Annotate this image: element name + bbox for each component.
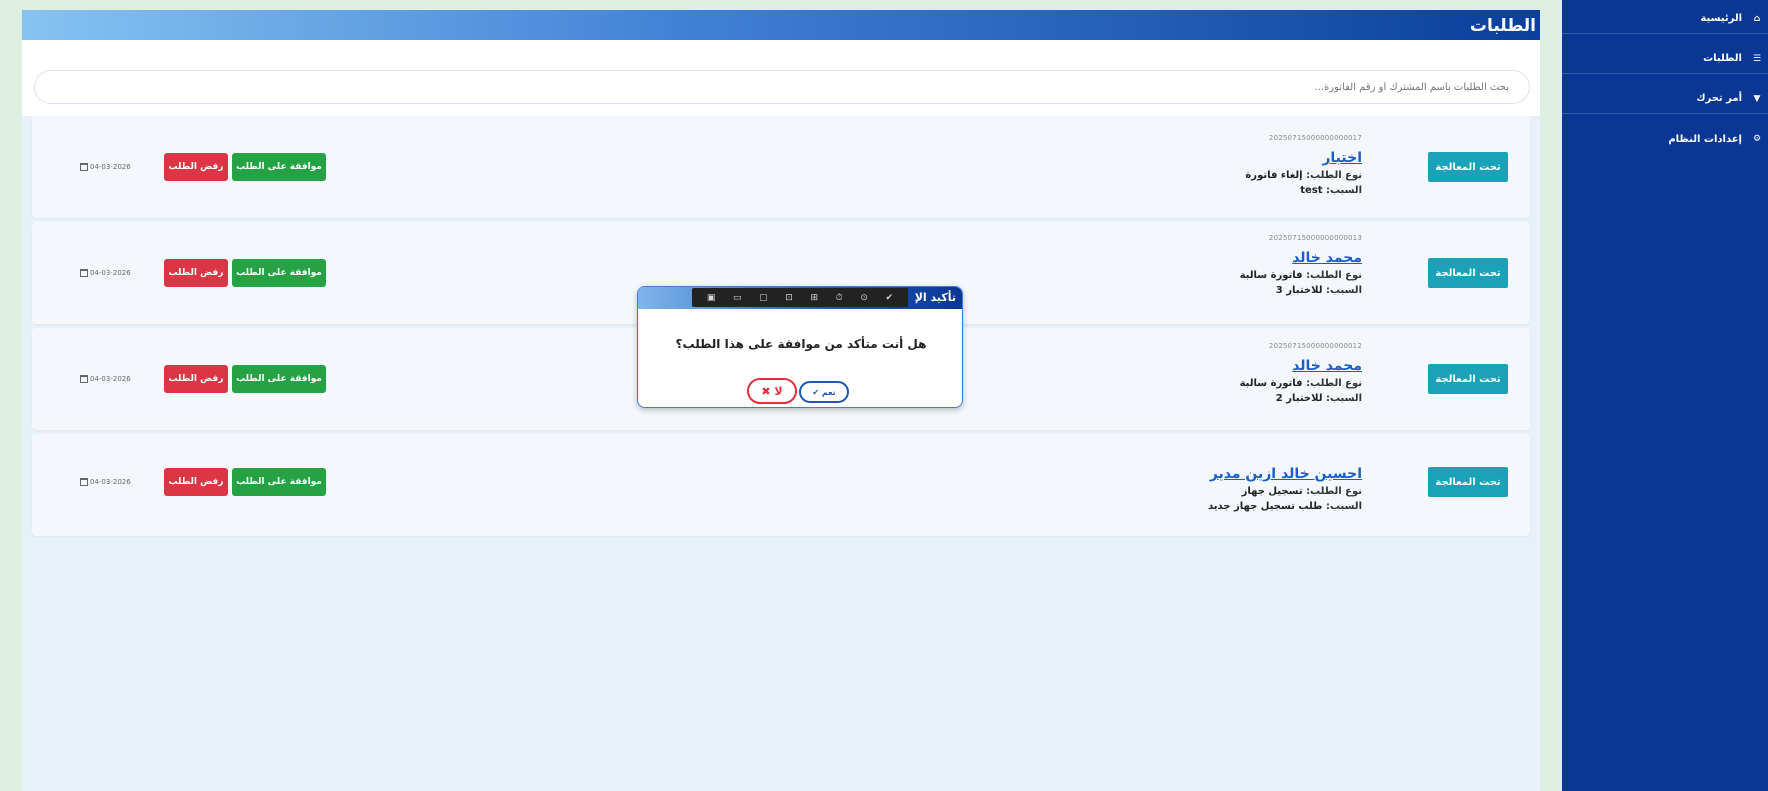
truck-icon: ▼ xyxy=(1753,93,1761,104)
customer-name-link[interactable]: اختبار xyxy=(1245,150,1362,166)
confirm-button[interactable]: ✔ نعم xyxy=(799,381,849,403)
date-value: 04-03-2026 xyxy=(90,163,131,171)
cancel-button[interactable]: ✖ لا xyxy=(747,378,797,404)
calendar-icon xyxy=(80,375,88,383)
request-type: نوع الطلب: فاتورة سالبة xyxy=(1240,378,1362,389)
request-info: 20250715000000000013 محمد خالد نوع الطلب… xyxy=(1240,234,1362,296)
sidebar-item-move-order[interactable]: ▼ أمر تحرك xyxy=(1562,84,1768,114)
request-card: تحت المعالجة احسين خالد ازين مدير نوع ال… xyxy=(32,434,1530,536)
type-value: إلغاء فاتورة xyxy=(1245,170,1303,181)
status-button[interactable]: تحت المعالجة xyxy=(1428,258,1508,288)
customer-name-link[interactable]: محمد خالد xyxy=(1240,250,1362,266)
sidebar-item-label: الرئيسية xyxy=(1700,13,1742,24)
reject-button[interactable]: رفض الطلب xyxy=(164,468,228,496)
request-date: 04-03-2026 xyxy=(80,163,131,171)
modal-message: هل أنت متأكد من موافقة على هذا الطلب؟ xyxy=(675,337,927,351)
status-button[interactable]: تحت المعالجة xyxy=(1428,467,1508,497)
type-label: نوع الطلب: xyxy=(1306,170,1362,181)
reason-value: طلب تسجيل جهاز جديد xyxy=(1207,501,1323,512)
sidebar-item-home[interactable]: ⌂ الرئيسية xyxy=(1562,4,1768,34)
customer-name-link[interactable]: احسين خالد ازين مدير xyxy=(1208,466,1362,482)
list-icon: ☰ xyxy=(1752,53,1762,64)
calendar-icon xyxy=(80,163,88,171)
approve-button[interactable]: موافقة على الطلب xyxy=(232,365,326,393)
modal-header: ▣ ▭ ▢ ⊡ ⊞ ⏱ ⊙ ✔ تأكيد الإ xyxy=(638,287,962,309)
grid-icon[interactable]: ⊞ xyxy=(810,293,818,303)
request-reason: السبب: للاختبار 2 xyxy=(1240,393,1362,404)
request-type: نوع الطلب: فاتورة سالبة xyxy=(1240,270,1362,281)
status-button[interactable]: تحت المعالجة xyxy=(1428,364,1508,394)
reason-label: السبب: xyxy=(1325,393,1362,404)
date-value: 04-03-2026 xyxy=(90,478,131,486)
type-label: نوع الطلب: xyxy=(1306,270,1362,281)
request-reason: السبب: test xyxy=(1245,185,1362,196)
gear-icon: ⚙ xyxy=(1752,134,1762,144)
reason-label: السبب: xyxy=(1325,501,1362,512)
requests-list: تحت المعالجة 20250715000000000017 اختبار… xyxy=(22,116,1540,791)
page-title: الطلبات xyxy=(1469,16,1536,36)
confirm-modal: ▣ ▭ ▢ ⊡ ⊞ ⏱ ⊙ ✔ تأكيد الإ هل أنت متأكد م… xyxy=(637,286,963,408)
reject-button[interactable]: رفض الطلب xyxy=(164,259,228,287)
type-value: تسجيل جهاز xyxy=(1241,486,1303,497)
window-icon[interactable]: ▭ xyxy=(733,293,742,303)
request-ref: 20250715000000000017 xyxy=(1268,134,1362,142)
sidebar-item-requests[interactable]: ☰ الطلبات xyxy=(1562,44,1768,74)
customer-name-link[interactable]: محمد خالد xyxy=(1240,358,1362,374)
frame-icon[interactable]: ⊡ xyxy=(785,293,793,303)
request-reason: السبب: للاختبار 3 xyxy=(1240,285,1362,296)
sidebar-item-label: إعدادات النظام xyxy=(1668,133,1742,145)
type-label: نوع الطلب: xyxy=(1306,486,1362,497)
request-date: 04-03-2026 xyxy=(80,375,131,383)
request-date: 04-03-2026 xyxy=(80,269,131,277)
request-type: نوع الطلب: تسجيل جهاز xyxy=(1208,486,1362,497)
request-info: 20250715000000000012 محمد خالد نوع الطلب… xyxy=(1240,342,1362,404)
reason-label: السبب: xyxy=(1325,185,1362,196)
status-button[interactable]: تحت المعالجة xyxy=(1428,152,1508,182)
header-bar: الطلبات xyxy=(22,10,1540,40)
monitor-icon[interactable]: ▢ xyxy=(759,293,768,303)
approve-button[interactable]: موافقة على الطلب xyxy=(232,153,326,181)
search-input[interactable] xyxy=(34,70,1530,104)
reject-button[interactable]: رفض الطلب xyxy=(164,153,228,181)
calendar-icon xyxy=(80,269,88,277)
modal-title: تأكيد الإ xyxy=(914,291,956,304)
crop-icon[interactable]: ▣ xyxy=(707,293,716,303)
settings-icon[interactable]: ⊙ xyxy=(860,293,868,303)
timer-icon[interactable]: ⏱ xyxy=(836,293,843,303)
check-icon[interactable]: ✔ xyxy=(886,293,894,303)
type-value: فاتورة سالبة xyxy=(1239,270,1303,281)
sidebar-item-label: أمر تحرك xyxy=(1696,93,1742,104)
reason-value: للاختبار 3 xyxy=(1275,285,1323,296)
request-ref: 20250715000000000012 xyxy=(1268,342,1362,350)
type-label: نوع الطلب: xyxy=(1306,378,1362,389)
sidebar-item-label: الطلبات xyxy=(1703,53,1742,64)
request-ref: 20250715000000000013 xyxy=(1268,234,1362,242)
reason-value: للاختبار 2 xyxy=(1275,393,1323,404)
request-reason: السبب: طلب تسجيل جهاز جديد xyxy=(1208,501,1362,512)
sidebar: ⌂ الرئيسية ☰ الطلبات ▼ أمر تحرك ⚙ إعدادا… xyxy=(1562,0,1768,791)
overlay-toolbar: ▣ ▭ ▢ ⊡ ⊞ ⏱ ⊙ ✔ xyxy=(692,288,908,307)
request-date: 04-03-2026 xyxy=(80,478,131,486)
reason-label: السبب: xyxy=(1325,285,1362,296)
sidebar-item-settings[interactable]: ⚙ إعدادات النظام xyxy=(1562,124,1768,154)
approve-button[interactable]: موافقة على الطلب xyxy=(232,468,326,496)
request-info: 20250715000000000017 اختبار نوع الطلب: إ… xyxy=(1245,134,1362,196)
calendar-icon xyxy=(80,478,88,486)
approve-button[interactable]: موافقة على الطلب xyxy=(232,259,326,287)
reject-button[interactable]: رفض الطلب xyxy=(164,365,228,393)
date-value: 04-03-2026 xyxy=(90,375,131,383)
request-info: احسين خالد ازين مدير نوع الطلب: تسجيل جه… xyxy=(1208,466,1362,512)
reason-value: test xyxy=(1300,185,1323,196)
request-card: تحت المعالجة 20250715000000000017 اختبار… xyxy=(32,116,1530,218)
date-value: 04-03-2026 xyxy=(90,269,131,277)
type-value: فاتورة سالبة xyxy=(1239,378,1303,389)
home-icon: ⌂ xyxy=(1753,13,1761,24)
request-type: نوع الطلب: إلغاء فاتورة xyxy=(1245,170,1362,181)
